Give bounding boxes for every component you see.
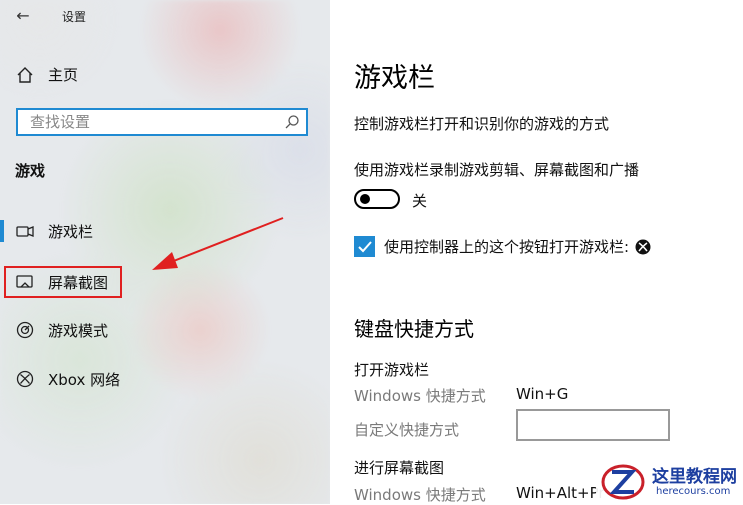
- sidebar-item-label: 游戏栏: [48, 222, 94, 241]
- back-arrow-icon[interactable]: ←: [13, 6, 33, 26]
- checkmark-icon: [357, 240, 372, 252]
- sidebar-item-xbox-network[interactable]: Xbox 网络: [0, 362, 330, 396]
- page-title: 游戏栏: [354, 63, 435, 94]
- screenshot-windows-value: Win+Alt+Pr: [516, 484, 605, 502]
- watermark-url: herecours.com: [656, 486, 731, 497]
- open-bar-windows-label: Windows 快捷方式: [354, 387, 486, 405]
- controller-checkbox-label: 使用控制器上的这个按钮打开游戏栏:: [384, 238, 630, 256]
- xbox-icon: [16, 370, 34, 388]
- screenshot-title: 进行屏幕截图: [354, 459, 445, 477]
- xbox-button-icon: [635, 239, 651, 255]
- watermark-logo-icon: [601, 464, 645, 500]
- sidebar: ← 设置 主页 游戏 游戏栏 屏幕截图 游戏模式 Xbox: [0, 0, 330, 504]
- search-input[interactable]: [18, 110, 280, 134]
- home-label: 主页: [48, 66, 79, 84]
- record-setting-label: 使用游戏栏录制游戏剪辑、屏幕截图和广播: [354, 161, 640, 179]
- open-bar-custom-label: 自定义快捷方式: [354, 421, 460, 439]
- toggle-state-label: 关: [412, 192, 428, 210]
- sidebar-item-game-mode[interactable]: 游戏模式: [0, 313, 330, 347]
- open-bar-title: 打开游戏栏: [354, 361, 430, 379]
- screenshot-windows-label: Windows 快捷方式: [354, 486, 486, 504]
- search-icon[interactable]: [284, 114, 300, 130]
- shortcuts-section-title: 键盘快捷方式: [354, 317, 474, 341]
- controller-checkbox[interactable]: [354, 236, 375, 257]
- group-title: 游戏: [15, 162, 46, 180]
- annotation-highlight-box: [4, 266, 122, 298]
- home-nav-item[interactable]: 主页: [16, 64, 78, 85]
- search-box[interactable]: [16, 108, 308, 136]
- page-description: 控制游戏栏打开和识别你的游戏的方式: [354, 115, 610, 133]
- open-bar-windows-value: Win+G: [516, 385, 569, 403]
- custom-shortcut-input[interactable]: [518, 411, 672, 441]
- sidebar-item-label: 游戏模式: [48, 321, 109, 340]
- custom-shortcut-field[interactable]: [516, 409, 672, 441]
- window-title: 设置: [62, 10, 87, 24]
- toggle-knob: [360, 194, 370, 204]
- watermark-title: 这里教程网: [652, 467, 737, 487]
- game-mode-icon: [16, 321, 34, 339]
- watermark: 这里教程网 herecours.com: [596, 458, 743, 504]
- home-icon: [16, 65, 36, 85]
- controller-checkbox-label-row: 使用控制器上的这个按钮打开游戏栏:: [384, 236, 651, 257]
- sidebar-item-label: Xbox 网络: [48, 370, 121, 389]
- record-toggle[interactable]: [354, 189, 400, 209]
- game-bar-icon: [16, 222, 34, 240]
- annotation-arrow-icon: [152, 217, 284, 270]
- main-content: 游戏栏 控制游戏栏打开和识别你的游戏的方式 使用游戏栏录制游戏剪辑、屏幕截图和广…: [330, 0, 743, 504]
